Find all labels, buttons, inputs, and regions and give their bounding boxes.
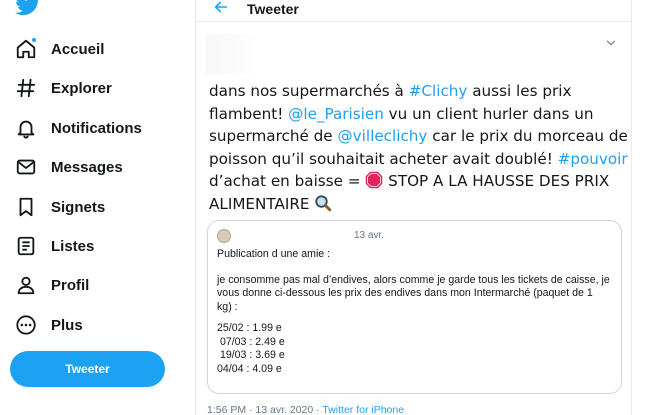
hashtag-icon	[14, 76, 38, 100]
text-segment: STOP A LA HAUSSE DES PRIX	[383, 172, 610, 190]
nav-label: Notifications	[51, 119, 142, 137]
nav-item-listes[interactable]: Listes	[14, 231, 94, 261]
nav-label: Explorer	[51, 79, 112, 97]
quote-line: vous donne ci-dessous les prix des endiv…	[217, 287, 593, 299]
text-segment: flambent!	[209, 104, 289, 123]
stop-sign-icon	[365, 171, 383, 189]
header: Tweeter	[196, 0, 631, 22]
twitter-logo-icon[interactable]	[14, 0, 41, 16]
source-app-link[interactable]: Twitter for iPhone	[322, 404, 404, 415]
bookmark-icon	[14, 195, 38, 219]
quoted-tweet[interactable]: 13 avr. Publication d une amie : je cons…	[207, 220, 622, 394]
nav-item-profil[interactable]: Profil	[14, 270, 89, 300]
quote-line: je consomme pas mal d’endives, alors com…	[217, 273, 610, 286]
notification-dot	[31, 37, 37, 43]
person-icon	[14, 273, 38, 297]
text-segment: supermarché de	[209, 127, 338, 145]
quote-date: 13 avr.	[354, 230, 385, 241]
home-icon	[14, 37, 38, 61]
chevron-down-icon[interactable]	[604, 36, 618, 50]
nav-item-plus[interactable]: Plus	[14, 310, 83, 340]
more-circle-icon	[14, 313, 38, 337]
nav-item-accueil[interactable]: Accueil	[14, 34, 104, 64]
nav-label: Accueil	[51, 40, 105, 58]
tweet-meta: 1:56 PM · 13 avr. 2020 · Twitter for iPh…	[207, 404, 404, 415]
page-title: Tweeter	[247, 1, 299, 17]
nav-item-messages[interactable]: Messages	[14, 152, 123, 182]
text-segment: ALIMENTAIRE	[209, 194, 315, 213]
envelope-icon	[14, 155, 38, 179]
text-segment: dans nos supermarchés à	[209, 82, 409, 100]
text-segment: vu un client hurler dans un	[383, 104, 594, 123]
tweet-text: dans nos supermarchés à #Clichy aussi le…	[209, 80, 628, 215]
mention-link[interactable]: @villeclichy	[337, 127, 427, 145]
hashtag-link[interactable]: #Clichy	[409, 82, 468, 100]
mention-link[interactable]: @le_Parisien	[288, 105, 384, 123]
nav-item-explorer[interactable]: Explorer	[14, 73, 112, 103]
nav-item-signets[interactable]: Signets	[14, 192, 105, 222]
bell-icon	[14, 116, 38, 140]
hashtag-link[interactable]: #pouvoir	[558, 150, 628, 168]
nav-label: Signets	[51, 198, 106, 216]
avatar[interactable]	[206, 34, 262, 74]
nav-item-notifications[interactable]: Notifications	[14, 113, 142, 143]
list-icon	[14, 234, 38, 258]
avatar[interactable]	[217, 229, 231, 243]
main-column: Tweeter dans nos supermarchés à #Clichy …	[195, 0, 632, 415]
magnifying-glass-icon	[314, 194, 332, 212]
arrow-left-icon	[214, 1, 228, 13]
text-segment: car le prix du morceau de	[427, 127, 628, 145]
quote-line: 25/02 : 1.99 e	[217, 322, 282, 334]
text-segment: aussi les prix	[467, 82, 572, 100]
tweet-button[interactable]: Tweeter	[10, 351, 165, 387]
nav-label: Listes	[51, 237, 95, 255]
quote-line: kg) :	[217, 300, 238, 313]
nav-label: Plus	[51, 316, 83, 334]
quote-line: 07/03 : 2.49 e	[217, 335, 285, 348]
nav-label: Profil	[51, 276, 90, 294]
quote-line: 04/04 : 4.09 e	[217, 362, 282, 375]
back-button[interactable]	[211, 0, 231, 17]
quote-line: Publication d une amie :	[217, 248, 331, 260]
text-segment: poisson qu’il souhaitait acheter avait d…	[209, 149, 558, 168]
sidebar: Accueil Explorer Notifications Messages …	[0, 0, 196, 415]
tweet-author-row	[206, 34, 622, 74]
tweet-timestamp[interactable]: 1:56 PM · 13 avr. 2020 ·	[207, 404, 322, 415]
quote-text: Publication d une amie : je consomme pas…	[217, 248, 617, 376]
nav-label: Messages	[51, 158, 123, 176]
text-segment: d’achat en baisse =	[209, 172, 366, 190]
quote-line: 19/03 : 3.69 e	[217, 349, 285, 361]
